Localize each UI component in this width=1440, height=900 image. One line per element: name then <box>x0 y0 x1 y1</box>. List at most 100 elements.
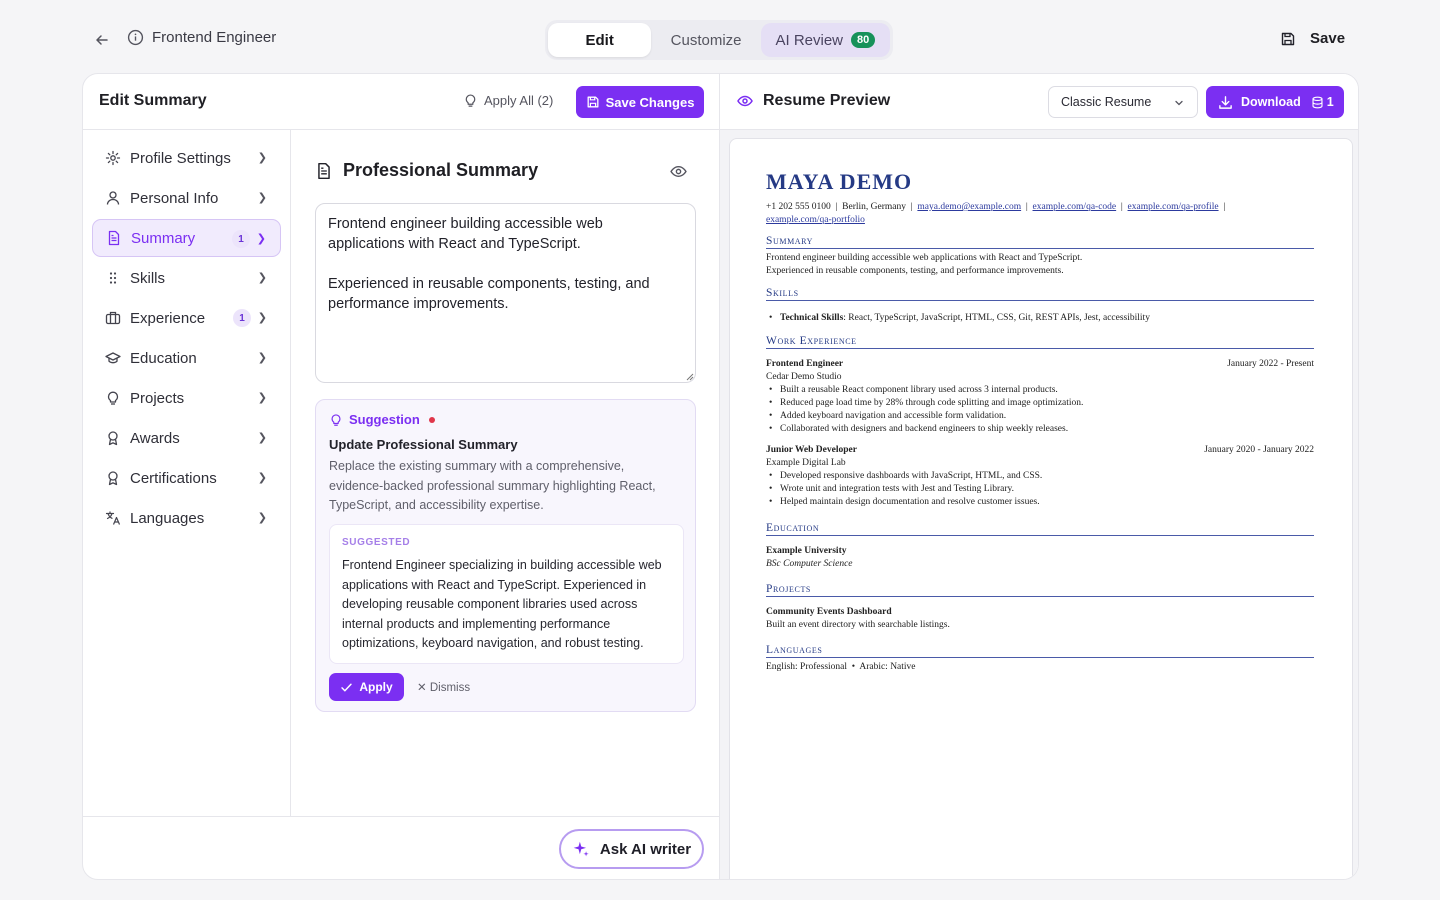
chevron-right-icon: ❯ <box>257 152 267 164</box>
resume-section-heading: Work Experience <box>766 335 1314 349</box>
lightbulb-icon <box>331 413 341 426</box>
resume-bullet: Added keyboard navigation and accessible… <box>766 410 1314 423</box>
main-card: Edit Summary Apply All (2) Save Changes … <box>82 73 1359 880</box>
section-title: Professional Summary <box>343 160 539 180</box>
download-icon <box>1219 95 1232 109</box>
resume-summary-section: Summary Frontend engineer building acces… <box>766 235 1314 278</box>
dismiss-suggestion-button[interactable]: ✕ Dismiss <box>417 680 470 694</box>
chevron-right-icon: ❯ <box>257 192 267 204</box>
resume-project-name: Community Events Dashboard <box>766 607 892 617</box>
template-selected-value: Classic Resume <box>1061 95 1152 109</box>
preview-canvas: MAYA DEMO +1 202 555 0100 | Berlin, Germ… <box>720 130 1358 879</box>
download-button[interactable]: Download 1 <box>1206 86 1344 118</box>
chevron-right-icon: ❯ <box>257 472 267 484</box>
arrow-left-icon <box>96 35 108 45</box>
template-select[interactable]: Classic Resume <box>1048 86 1198 118</box>
resume-languages-line: English: Professional • Arabic: Native <box>766 662 916 672</box>
back-button[interactable] <box>90 28 114 52</box>
resume-bullet: Helped maintain design documentation and… <box>766 496 1314 509</box>
resume-job-header: Frontend Engineer January 2022 - Present <box>766 358 1314 371</box>
resume-education-section: Education Example University BSc Compute… <box>766 522 1314 571</box>
sidebar-item-label: Certifications <box>130 469 217 487</box>
sidebar-item-summary[interactable]: Summary 1 ❯ <box>92 219 281 257</box>
resume-job-header: Junior Web Developer January 2020 - Janua… <box>766 444 1314 457</box>
ask-ai-writer-button[interactable]: Ask AI writer <box>559 829 704 869</box>
graduation-cap-icon <box>105 350 121 366</box>
preview-pane-header: Resume Preview Classic Resume Download 1 <box>720 74 1358 130</box>
sidebar-item-label: Languages <box>130 509 205 527</box>
save-changes-button[interactable]: Save Changes <box>576 86 704 118</box>
apply-label: Apply <box>359 680 393 694</box>
suggested-label: SUGGESTED <box>342 537 411 548</box>
ask-ai-label: Ask AI writer <box>599 840 692 858</box>
resize-handle-icon[interactable] <box>684 371 694 381</box>
chevron-down-icon <box>1175 100 1183 106</box>
section-nav: Profile Settings ❯ Personal Info ❯ Summa… <box>83 130 291 816</box>
chevron-right-icon: ❯ <box>257 512 267 524</box>
sidebar-item-label: Profile Settings <box>130 149 231 167</box>
resume-section-heading: Education <box>766 522 1314 536</box>
sidebar-item-languages[interactable]: Languages ❯ <box>92 499 281 537</box>
sidebar-item-label: Education <box>130 349 197 367</box>
sidebar-item-personal-info[interactable]: Personal Info ❯ <box>92 179 281 217</box>
resume-work-section: Work Experience Frontend Engineer January… <box>766 335 1314 509</box>
resume-bullet: Wrote unit and integration tests with Je… <box>766 483 1314 496</box>
save-label: Save <box>1310 30 1346 47</box>
apply-suggestion-button[interactable]: Apply <box>329 673 404 701</box>
check-icon <box>341 683 353 691</box>
suggestion-header: Suggestion <box>329 412 435 427</box>
resume-job-dates: January 2022 - Present <box>1227 359 1314 369</box>
translate-icon <box>105 510 121 526</box>
suggested-text-box: SUGGESTED Frontend Engineer specializing… <box>329 524 684 664</box>
sidebar-item-education[interactable]: Education ❯ <box>92 339 281 377</box>
tab-edit[interactable]: Edit <box>548 23 652 57</box>
info-icon[interactable] <box>127 29 144 46</box>
resume-phone: +1 202 555 0100 <box>766 202 831 212</box>
save-button[interactable]: Save <box>1280 30 1345 47</box>
sidebar-item-label: Summary <box>131 229 196 247</box>
suggestion-title: Update Professional Summary <box>329 437 518 452</box>
sidebar-item-profile-settings[interactable]: Profile Settings ❯ <box>92 139 281 177</box>
sidebar-item-certifications[interactable]: Certifications ❯ <box>92 459 281 497</box>
download-credits: 1 <box>1311 95 1334 109</box>
resume-link-code[interactable]: example.com/qa-code <box>1033 202 1117 212</box>
floppy-disk-icon <box>587 96 599 108</box>
resume-link-portfolio[interactable]: example.com/qa-portfolio <box>766 215 865 225</box>
tab-ai-review[interactable]: AI Review 80 <box>760 23 890 57</box>
grip-icon <box>105 270 121 286</box>
apply-all-button[interactable]: Apply All (2) <box>463 93 553 108</box>
download-credit-count: 1 <box>1326 95 1334 109</box>
dismiss-label: Dismiss <box>429 682 471 694</box>
resume-languages-section: Languages English: Professional • Arabic… <box>766 644 1314 674</box>
sidebar-item-label: Personal Info <box>130 189 219 207</box>
preview-title: Resume Preview <box>763 92 891 109</box>
lightbulb-icon <box>465 94 476 107</box>
tab-ai-review-label: AI Review <box>775 31 844 49</box>
resume-section-heading: Summary <box>766 235 1314 249</box>
resume-job-dates: January 2020 - January 2022 <box>1204 445 1314 455</box>
resume-section-heading: Projects <box>766 583 1314 597</box>
download-label: Download <box>1241 95 1301 109</box>
unread-dot <box>428 416 435 423</box>
resume-projects-section: Projects Community Events Dashboard Buil… <box>766 583 1314 632</box>
sidebar-item-awards[interactable]: Awards ❯ <box>92 419 281 457</box>
summary-textarea[interactable]: Frontend engineer building accessible we… <box>315 203 696 383</box>
sidebar-item-experience[interactable]: Experience 1 ❯ <box>92 299 281 337</box>
resume-bullet: Collaborated with designers and backend … <box>766 423 1314 436</box>
mode-tabs: Edit Customize AI Review 80 <box>545 20 893 60</box>
sidebar-item-projects[interactable]: Projects ❯ <box>92 379 281 417</box>
resume-link-profile[interactable]: example.com/qa-profile <box>1128 202 1219 212</box>
chevron-right-icon: ❯ <box>257 392 267 404</box>
chevron-right-icon: ❯ <box>257 272 267 284</box>
floppy-disk-icon <box>1281 32 1295 45</box>
resume-email-link[interactable]: maya.demo@example.com <box>917 202 1021 212</box>
award-icon <box>105 430 121 446</box>
resume-summary-line: Frontend engineer building accessible we… <box>766 253 1083 263</box>
ai-score-badge: 80 <box>851 32 876 48</box>
resume-skills-section: Skills Technical Skills: React, TypeScri… <box>766 287 1314 325</box>
toggle-visibility-button[interactable] <box>670 163 687 185</box>
tab-customize[interactable]: Customize <box>653 23 758 57</box>
sidebar-item-skills[interactable]: Skills ❯ <box>92 259 281 297</box>
edit-pane-footer: Ask AI writer <box>83 816 720 879</box>
briefcase-icon <box>105 310 121 326</box>
